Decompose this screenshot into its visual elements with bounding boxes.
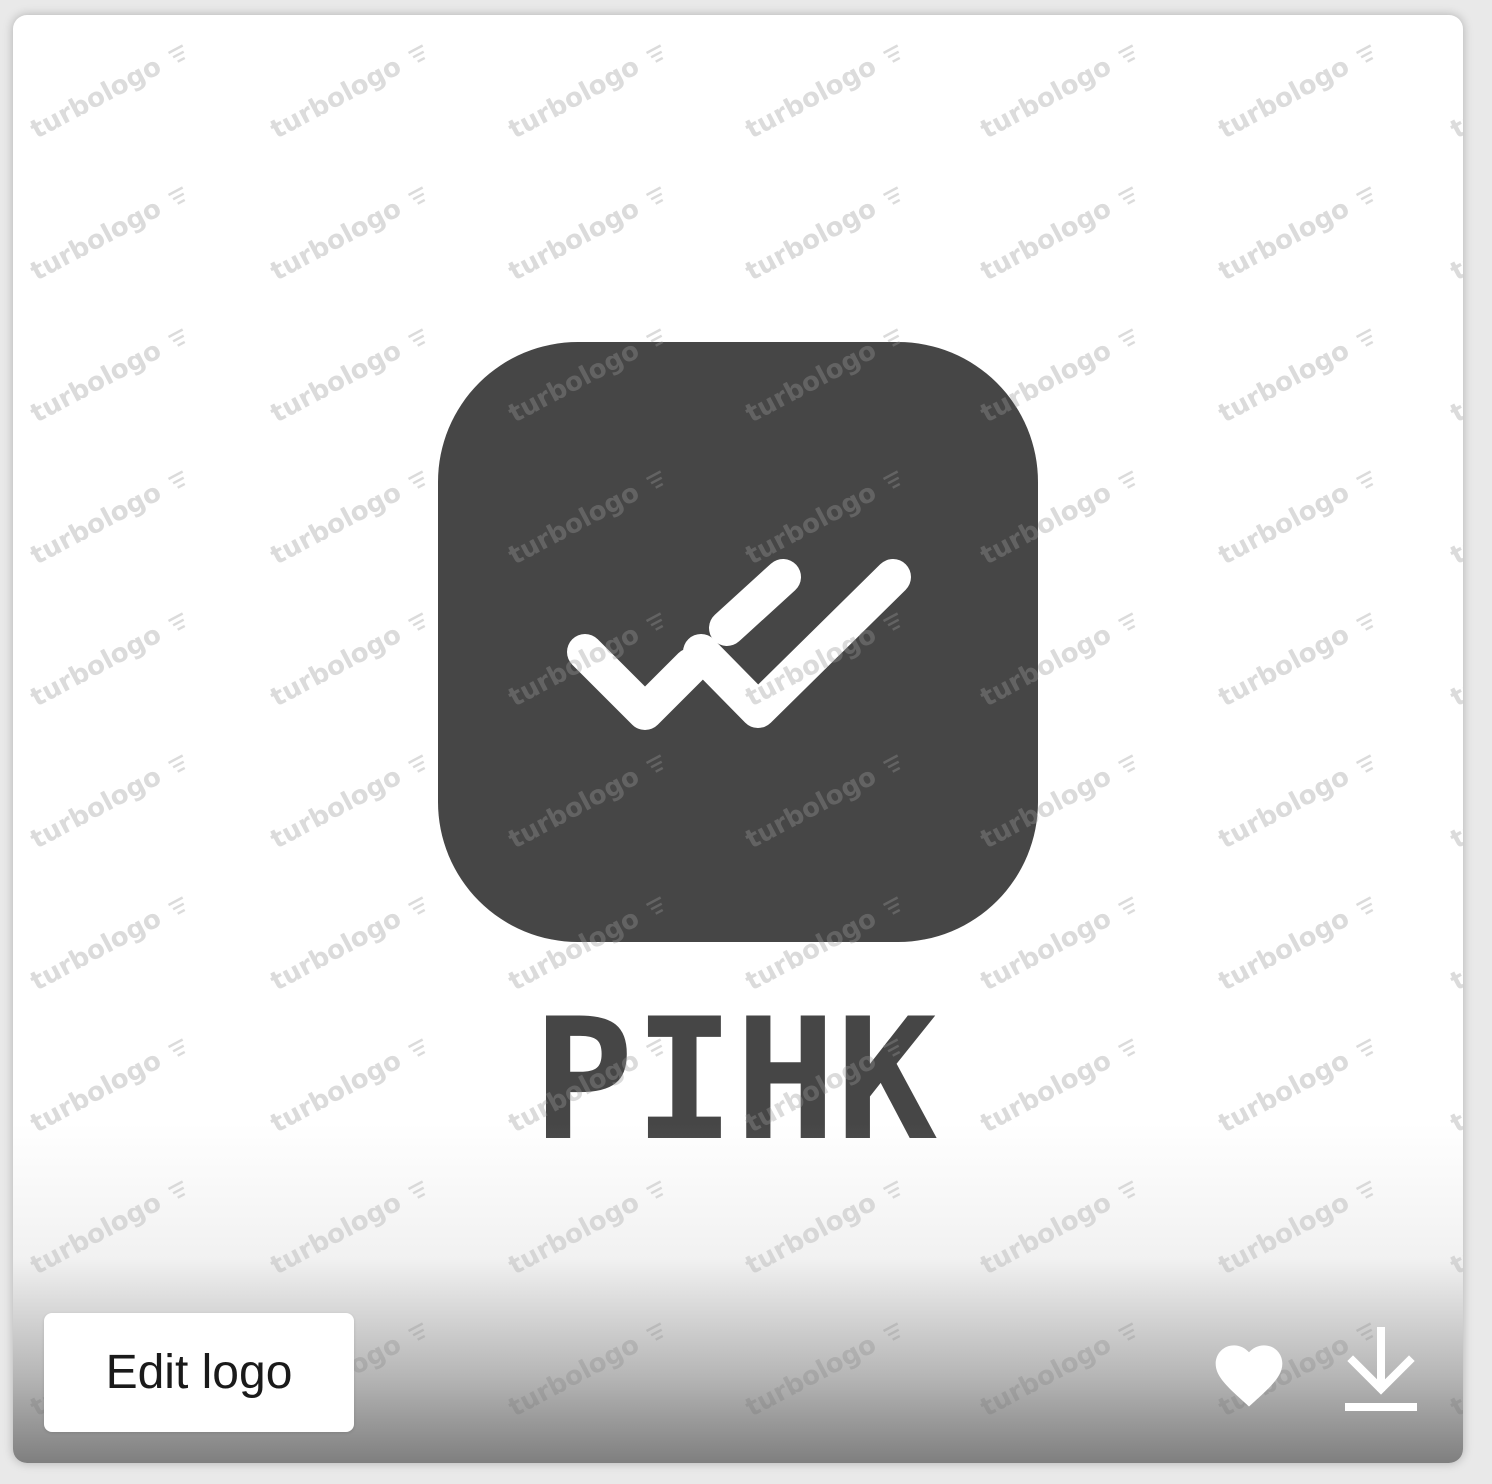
download-button[interactable] — [1343, 1325, 1419, 1413]
edit-logo-button[interactable]: Edit logo — [44, 1313, 354, 1432]
brand-name: PIHK — [533, 982, 938, 1178]
logo-preview-card[interactable]: PIHK turbologo turbologo turbologo turbolog… — [13, 15, 1463, 1463]
favorite-button[interactable] — [1209, 1335, 1289, 1409]
logo-artwork: PIHK — [438, 342, 1038, 1178]
heart-icon — [1215, 1345, 1283, 1407]
download-icon — [1345, 1327, 1417, 1411]
